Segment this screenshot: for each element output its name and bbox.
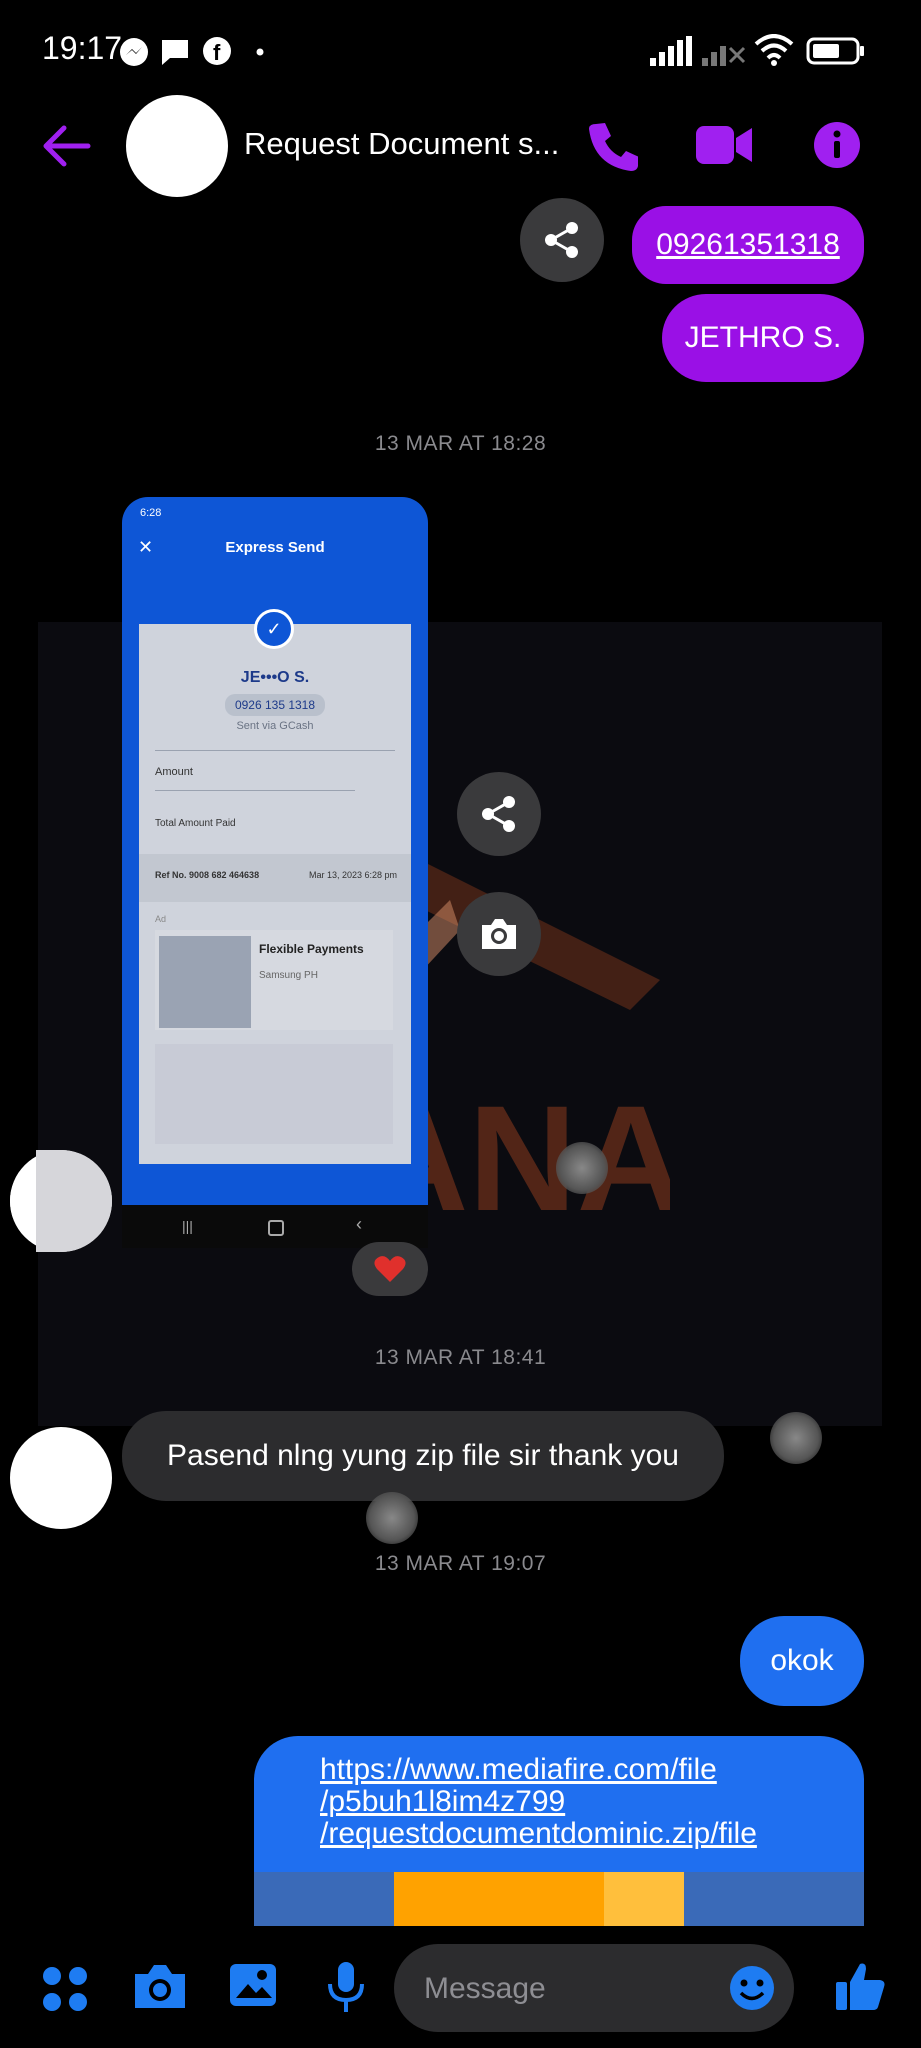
okok-message[interactable]: okok <box>740 1616 864 1706</box>
heart-reaction[interactable] <box>352 1242 428 1296</box>
messenger-icon <box>120 38 148 66</box>
receipt-ad-title: Flexible Payments <box>259 942 364 956</box>
receipt-ad-label: Ad <box>155 914 167 924</box>
touch-indicator <box>366 1492 418 1544</box>
camera-icon <box>482 919 516 949</box>
apps-menu-icon[interactable] <box>40 1964 90 2014</box>
battery-icon <box>806 37 864 65</box>
timestamp: 13 MAR AT 18:41 <box>374 1346 547 1369</box>
receipt-date: Mar 13, 2023 6:28 pm <box>309 870 398 880</box>
receipt-title: Express Send <box>225 539 325 556</box>
sender-avatar[interactable] <box>10 1427 112 1529</box>
share-icon <box>482 796 515 832</box>
name-message-text: JETHRO S. <box>684 321 842 354</box>
link-message[interactable]: https://www.mediafire.com/file /p5buh1l8… <box>254 1736 864 1926</box>
facebook-icon: f <box>203 37 231 65</box>
receipt-sent-via: Sent via GCash <box>236 720 314 732</box>
incoming-message-text: Pasend nlng yung zip file sir thank you <box>167 1439 679 1472</box>
phone-number-link[interactable]: 09261351318 <box>656 228 840 262</box>
signal-icon <box>650 36 692 66</box>
back-nav-icon: ‹ <box>356 1214 362 1234</box>
receipt-total-label: Total Amount Paid <box>155 818 236 829</box>
svg-text:f: f <box>213 40 221 65</box>
mediafire-link[interactable]: https://www.mediafire.com/file /p5buh1l8… <box>320 1754 757 1850</box>
timestamp: 13 MAR AT 19:07 <box>374 1552 547 1575</box>
receipt-recipient: JE•••O S. <box>240 669 310 686</box>
back-arrow-icon[interactable] <box>38 118 94 174</box>
wifi-icon <box>754 34 794 66</box>
okok-message-text: okok <box>770 1644 834 1677</box>
touch-indicator <box>770 1412 822 1464</box>
touch-indicator <box>556 1142 608 1194</box>
phone-call-icon[interactable] <box>586 120 638 172</box>
contact-avatar[interactable] <box>126 95 228 197</box>
receipt-check-icon: ✓ <box>254 609 294 649</box>
gallery-icon[interactable] <box>228 1962 278 2008</box>
phone-number-message[interactable]: 09261351318 <box>632 206 864 284</box>
conversation-title[interactable]: Request Document s... <box>244 126 559 162</box>
share-button[interactable] <box>520 198 604 282</box>
receipt-image[interactable]: 6:28 ✕ Express Send JE•••O S. 0926 135 1… <box>122 497 428 1217</box>
receipt-ad-sub: Samsung PH <box>259 970 318 981</box>
receipt-card: JE•••O S. 0926 135 1318 Sent via GCash A… <box>139 624 411 1164</box>
receipt-amount-label: Amount <box>155 766 193 778</box>
receipt-number: 0926 135 1318 <box>234 698 316 712</box>
camera-button[interactable] <box>457 892 541 976</box>
dot-icon <box>256 48 264 56</box>
chat-notification-icon <box>162 40 188 65</box>
link-preview-image <box>254 1872 864 1926</box>
message-placeholder: Message <box>424 1972 546 2005</box>
home-icon <box>268 1220 284 1236</box>
receipt-ref: Ref No. 9008 682 464638 <box>155 870 260 880</box>
name-message[interactable]: JETHRO S. <box>662 294 864 382</box>
timestamp: 13 MAR AT 18:28 <box>374 432 547 455</box>
recent-apps-icon: ||| <box>182 1218 193 1234</box>
receipt-status-time: 6:28 <box>140 507 162 519</box>
emoji-icon[interactable] <box>728 1964 776 2012</box>
share-icon <box>545 222 578 258</box>
video-call-icon[interactable] <box>694 120 754 170</box>
incoming-message[interactable]: Pasend nlng yung zip file sir thank you <box>122 1411 724 1501</box>
microphone-icon[interactable] <box>326 1960 366 2016</box>
heart-icon <box>374 1256 406 1282</box>
like-thumbs-up-icon[interactable] <box>834 1960 886 2012</box>
info-icon[interactable] <box>812 120 862 170</box>
image-share-button[interactable] <box>457 772 541 856</box>
signal-2-icon <box>702 46 746 66</box>
camera-icon[interactable] <box>132 1962 188 2012</box>
status-time: 19:17 <box>42 30 123 66</box>
